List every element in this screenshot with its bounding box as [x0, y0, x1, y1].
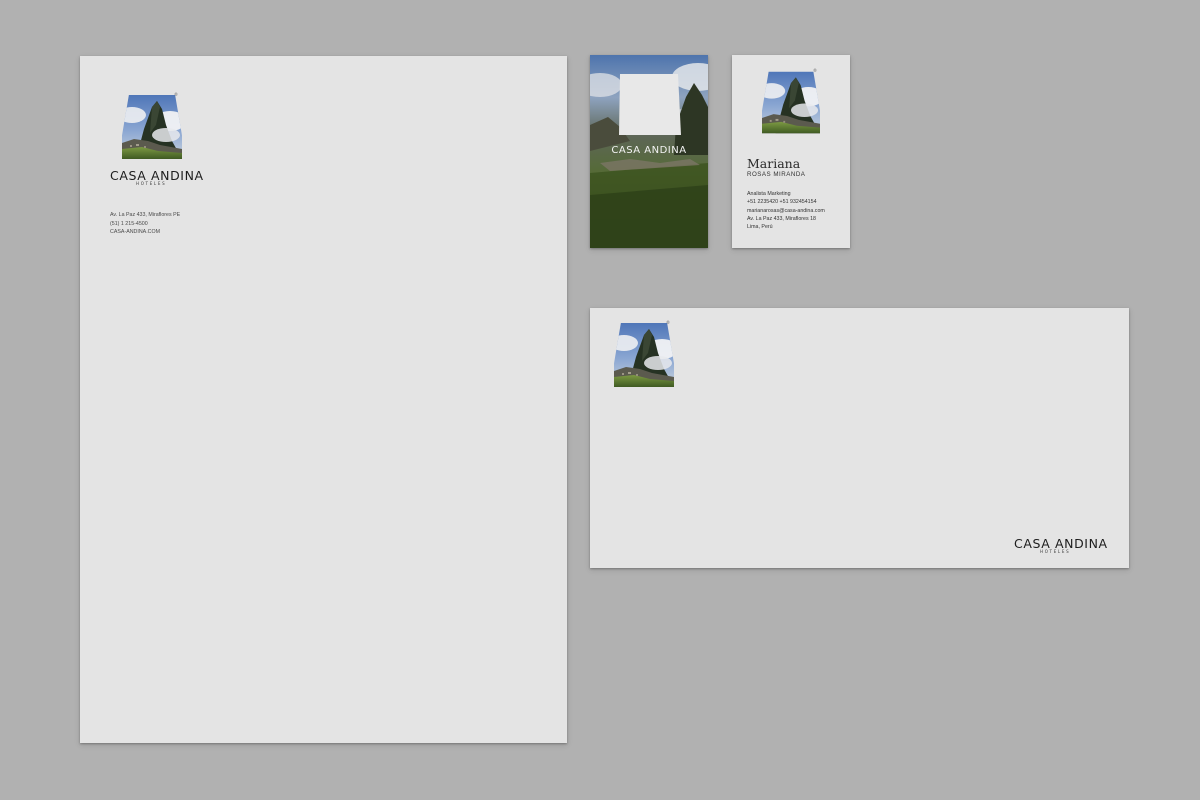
letterhead-address: Av. La Paz 433, Miraflores PE (51) 1 215…: [110, 211, 180, 237]
contact-first-name: Mariana: [747, 156, 801, 171]
address-line: Av. La Paz 433, Miraflores PE: [110, 212, 181, 218]
contact-phones: +51 2235420 +51 932454154: [747, 199, 817, 206]
envelope-brand-tagline: HOTELES: [1040, 549, 1071, 554]
contact-city: Lima, Perú: [747, 224, 773, 231]
contact-email: marianarosas@casa-andina.com: [747, 207, 825, 214]
contact-address: Av. La Paz 433, Miraflores 18: [747, 215, 816, 222]
casa-andina-logo-icon: [614, 323, 674, 387]
casa-andina-logo-icon: [762, 71, 820, 134]
business-card-back: ® Mariana ROSAS MIRANDA Analista Marketi…: [732, 55, 850, 248]
business-card-front: CASA ANDINA: [590, 55, 708, 248]
contact-title: Analista Marketing: [747, 191, 791, 197]
envelope: ® CASA ANDINA HOTELES: [590, 308, 1129, 568]
website-line: CASA-ANDINA.COM: [110, 229, 161, 235]
contact-details: Analista Marketing +51 2235420 +51 93245…: [747, 190, 825, 231]
contact-last-name: ROSAS MIRANDA: [747, 171, 806, 178]
letterhead-sheet: ® CASA ANDINA HOTELES Av. La Paz 433, Mi…: [80, 56, 567, 743]
registered-mark: ®: [813, 68, 817, 73]
brand-tagline: HOTELES: [136, 181, 167, 186]
registered-mark: ®: [666, 320, 670, 325]
card-front-brand: CASA ANDINA: [611, 145, 687, 156]
casa-andina-logo-icon: [122, 95, 182, 159]
phone-line: (51) 1 215-4500: [110, 220, 148, 227]
registered-mark: ®: [174, 92, 178, 97]
